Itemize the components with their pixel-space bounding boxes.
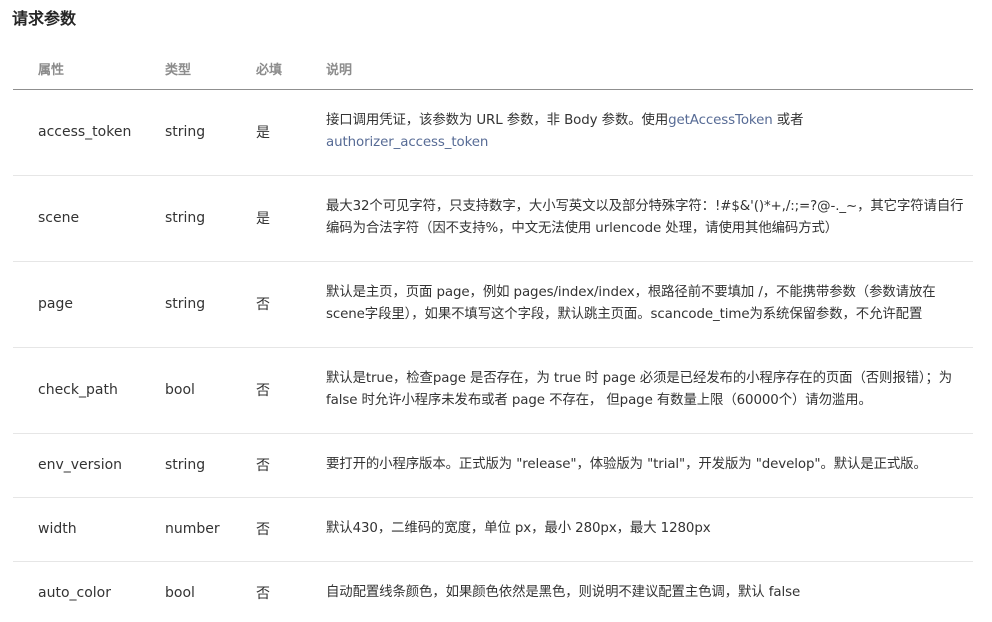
param-description: 接口调用凭证，该参数为 URL 参数，非 Body 参数。使用getAccess… bbox=[326, 89, 973, 176]
param-name: env_version bbox=[13, 433, 165, 498]
table-row: check_path bool 否 默认是true，检查page 是否存在，为 … bbox=[13, 347, 973, 434]
section-title: 请求参数 bbox=[12, 9, 77, 28]
table-header-row: 属性 类型 必填 说明 bbox=[13, 48, 973, 90]
param-type: string bbox=[165, 175, 256, 262]
param-required: 否 bbox=[256, 347, 326, 434]
param-name: auto_color bbox=[38, 585, 111, 602]
table-row: width number 否 默认430，二维码的宽度，单位 px，最小 280… bbox=[13, 497, 973, 562]
param-type: string bbox=[165, 89, 256, 176]
param-type: string bbox=[165, 433, 256, 498]
param-required: 否 bbox=[256, 433, 326, 498]
param-required: 否 bbox=[256, 261, 326, 348]
header-description: 说明 bbox=[326, 48, 973, 90]
param-required: 是 bbox=[256, 89, 326, 176]
table-row: access_token string 是 接口调用凭证，该参数为 URL 参数… bbox=[13, 89, 973, 176]
param-description: 默认430，二维码的宽度，单位 px，最小 280px，最大 1280px bbox=[326, 497, 973, 562]
table-row: env_version string 否 要打开的小程序版本。正式版为 "rel… bbox=[13, 433, 973, 498]
param-type: bool bbox=[165, 585, 195, 602]
get-access-token-link[interactable]: getAccessToken bbox=[668, 113, 773, 128]
desc-text: 或者 bbox=[772, 113, 808, 128]
param-description: 默认是true，检查page 是否存在，为 true 时 page 必须是已经发… bbox=[326, 347, 973, 434]
param-name: page bbox=[13, 261, 165, 348]
table-row: auto_color bool 否 自动配置线条颜色，如果颜色依然是黑色，则说明… bbox=[13, 561, 973, 622]
param-description: 要打开的小程序版本。正式版为 "release"，体验版为 "trial"，开发… bbox=[326, 433, 973, 498]
param-required: 否 bbox=[256, 497, 326, 562]
header-required: 必填 bbox=[256, 48, 326, 90]
param-name: scene bbox=[13, 175, 165, 262]
table-row: page string 否 默认是主页，页面 page，例如 pages/ind… bbox=[13, 261, 973, 348]
param-description: 最大32个可见字符，只支持数字，大小写英文以及部分特殊字符：!#$&'()*+,… bbox=[326, 175, 973, 262]
param-name: check_path bbox=[13, 347, 165, 434]
params-table: 属性 类型 必填 说明 access_token string 是 接口调用凭证… bbox=[13, 48, 973, 622]
param-type: number bbox=[165, 497, 256, 562]
param-name: width bbox=[13, 497, 165, 562]
table-row: scene string 是 最大32个可见字符，只支持数字，大小写英文以及部分… bbox=[13, 175, 973, 262]
header-name: 属性 bbox=[13, 48, 165, 90]
authorizer-access-token-link[interactable]: authorizer_access_token bbox=[326, 135, 488, 150]
param-description: 自动配置线条颜色，如果颜色依然是黑色，则说明不建议配置主色调，默认 false bbox=[326, 585, 801, 601]
param-required: 是 bbox=[256, 175, 326, 262]
param-type: string bbox=[165, 261, 256, 348]
param-type: bool bbox=[165, 347, 256, 434]
param-required: 否 bbox=[256, 586, 270, 603]
param-name: access_token bbox=[13, 89, 165, 176]
desc-text: 接口调用凭证，该参数为 URL 参数，非 Body 参数。使用 bbox=[326, 113, 669, 128]
header-type: 类型 bbox=[165, 48, 256, 90]
param-description: 默认是主页，页面 page，例如 pages/index/index，根路径前不… bbox=[326, 261, 973, 348]
